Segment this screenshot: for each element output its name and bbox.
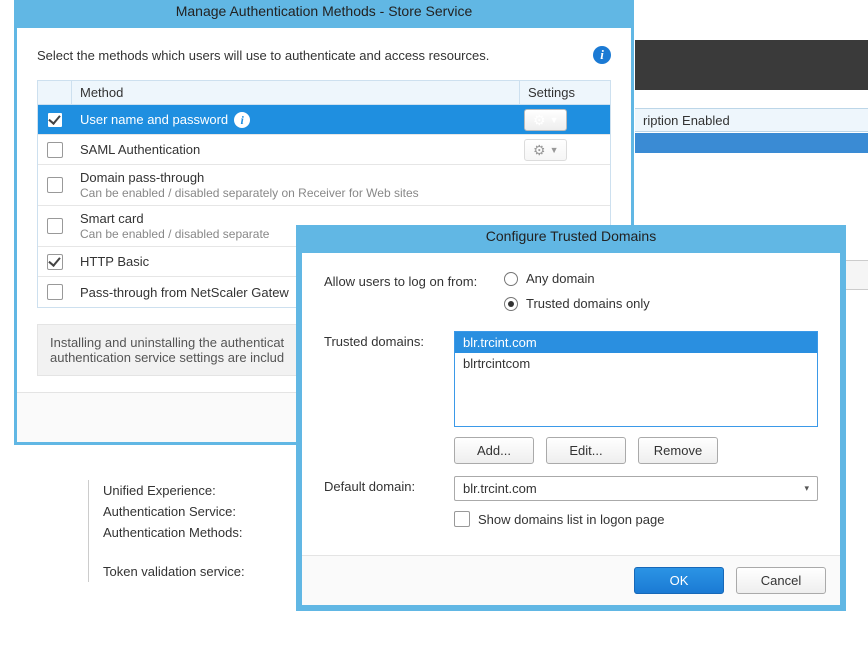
chevron-down-icon: ▼ (550, 115, 559, 125)
method-row-saml[interactable]: SAML Authentication ⚙ ▼ (38, 135, 610, 165)
chevron-down-icon: ▼ (550, 145, 559, 155)
bg-detail-labels: Unified Experience: Authentication Servi… (88, 480, 298, 582)
radio-icon (504, 297, 518, 311)
dialog-description: Select the methods which users will use … (37, 48, 489, 63)
add-button[interactable]: Add... (454, 437, 534, 464)
trusted-domains-label: Trusted domains: (324, 331, 454, 349)
list-item[interactable]: blrtrcintcom (455, 353, 817, 374)
chevron-down-icon: ▾ (804, 483, 809, 494)
method-row-username-password[interactable]: User name and password i ⚙ ▼ (38, 105, 610, 135)
gear-icon: ⚙ (533, 113, 546, 127)
method-checkbox[interactable] (47, 218, 63, 234)
method-row-domain-passthrough[interactable]: Domain pass-through Can be enabled / dis… (38, 165, 610, 206)
default-domain-label: Default domain: (324, 476, 454, 494)
col-method: Method (72, 81, 520, 104)
edit-button[interactable]: Edit... (546, 437, 626, 464)
ok-button[interactable]: OK (634, 567, 724, 594)
bg-toolbar (635, 40, 868, 90)
remove-button[interactable]: Remove (638, 437, 718, 464)
gear-icon: ⚙ (533, 143, 546, 157)
info-icon[interactable]: i (234, 112, 250, 128)
default-domain-select[interactable]: blr.trcint.com ▾ (454, 476, 818, 501)
method-title: Pass-through from NetScaler Gatew (80, 285, 289, 300)
bg-column-header: ription Enabled (635, 108, 868, 132)
dialog-title: Configure Trusted Domains (302, 228, 840, 244)
method-checkbox[interactable] (47, 142, 63, 158)
radio-label: Trusted domains only (526, 296, 650, 311)
label-auth-service: Authentication Service: (103, 501, 298, 522)
label-unified-experience: Unified Experience: (103, 480, 298, 501)
dialog-title: Manage Authentication Methods - Store Se… (17, 3, 631, 19)
method-checkbox[interactable] (47, 254, 63, 270)
radio-any-domain[interactable]: Any domain (504, 271, 818, 286)
settings-button[interactable]: ⚙ ▼ (524, 139, 567, 161)
settings-button[interactable]: ⚙ ▼ (524, 109, 567, 131)
method-title: Smart card (80, 211, 144, 226)
show-domains-label: Show domains list in logon page (478, 512, 664, 527)
method-title: Domain pass-through (80, 170, 204, 185)
dialog-footer: OK Cancel (302, 555, 840, 605)
label-token-validation: Token validation service: (103, 561, 298, 582)
select-value: blr.trcint.com (463, 481, 537, 496)
radio-trusted-only[interactable]: Trusted domains only (504, 296, 818, 311)
bg-selected-row (635, 133, 868, 153)
radio-icon (504, 272, 518, 286)
method-checkbox[interactable] (47, 112, 63, 128)
methods-table-header: Method Settings (38, 81, 610, 105)
method-title: SAML Authentication (80, 142, 200, 157)
method-title: User name and password (80, 112, 228, 127)
method-checkbox[interactable] (47, 177, 63, 193)
cancel-button[interactable]: Cancel (736, 567, 826, 594)
show-domains-checkbox-row[interactable]: Show domains list in logon page (454, 511, 818, 527)
col-settings: Settings (520, 81, 610, 104)
list-item[interactable]: blr.trcint.com (455, 332, 817, 353)
radio-label: Any domain (526, 271, 595, 286)
method-checkbox[interactable] (47, 284, 63, 300)
method-subtitle: Can be enabled / disabled separately on … (80, 186, 520, 200)
info-icon[interactable]: i (593, 46, 611, 64)
allow-users-label: Allow users to log on from: (324, 271, 504, 289)
label-auth-methods: Authentication Methods: (103, 522, 298, 543)
configure-trusted-domains-dialog: Configure Trusted Domains Allow users to… (296, 225, 846, 611)
trusted-domains-list[interactable]: blr.trcint.com blrtrcintcom (454, 331, 818, 427)
method-title: HTTP Basic (80, 254, 149, 269)
show-domains-checkbox[interactable] (454, 511, 470, 527)
